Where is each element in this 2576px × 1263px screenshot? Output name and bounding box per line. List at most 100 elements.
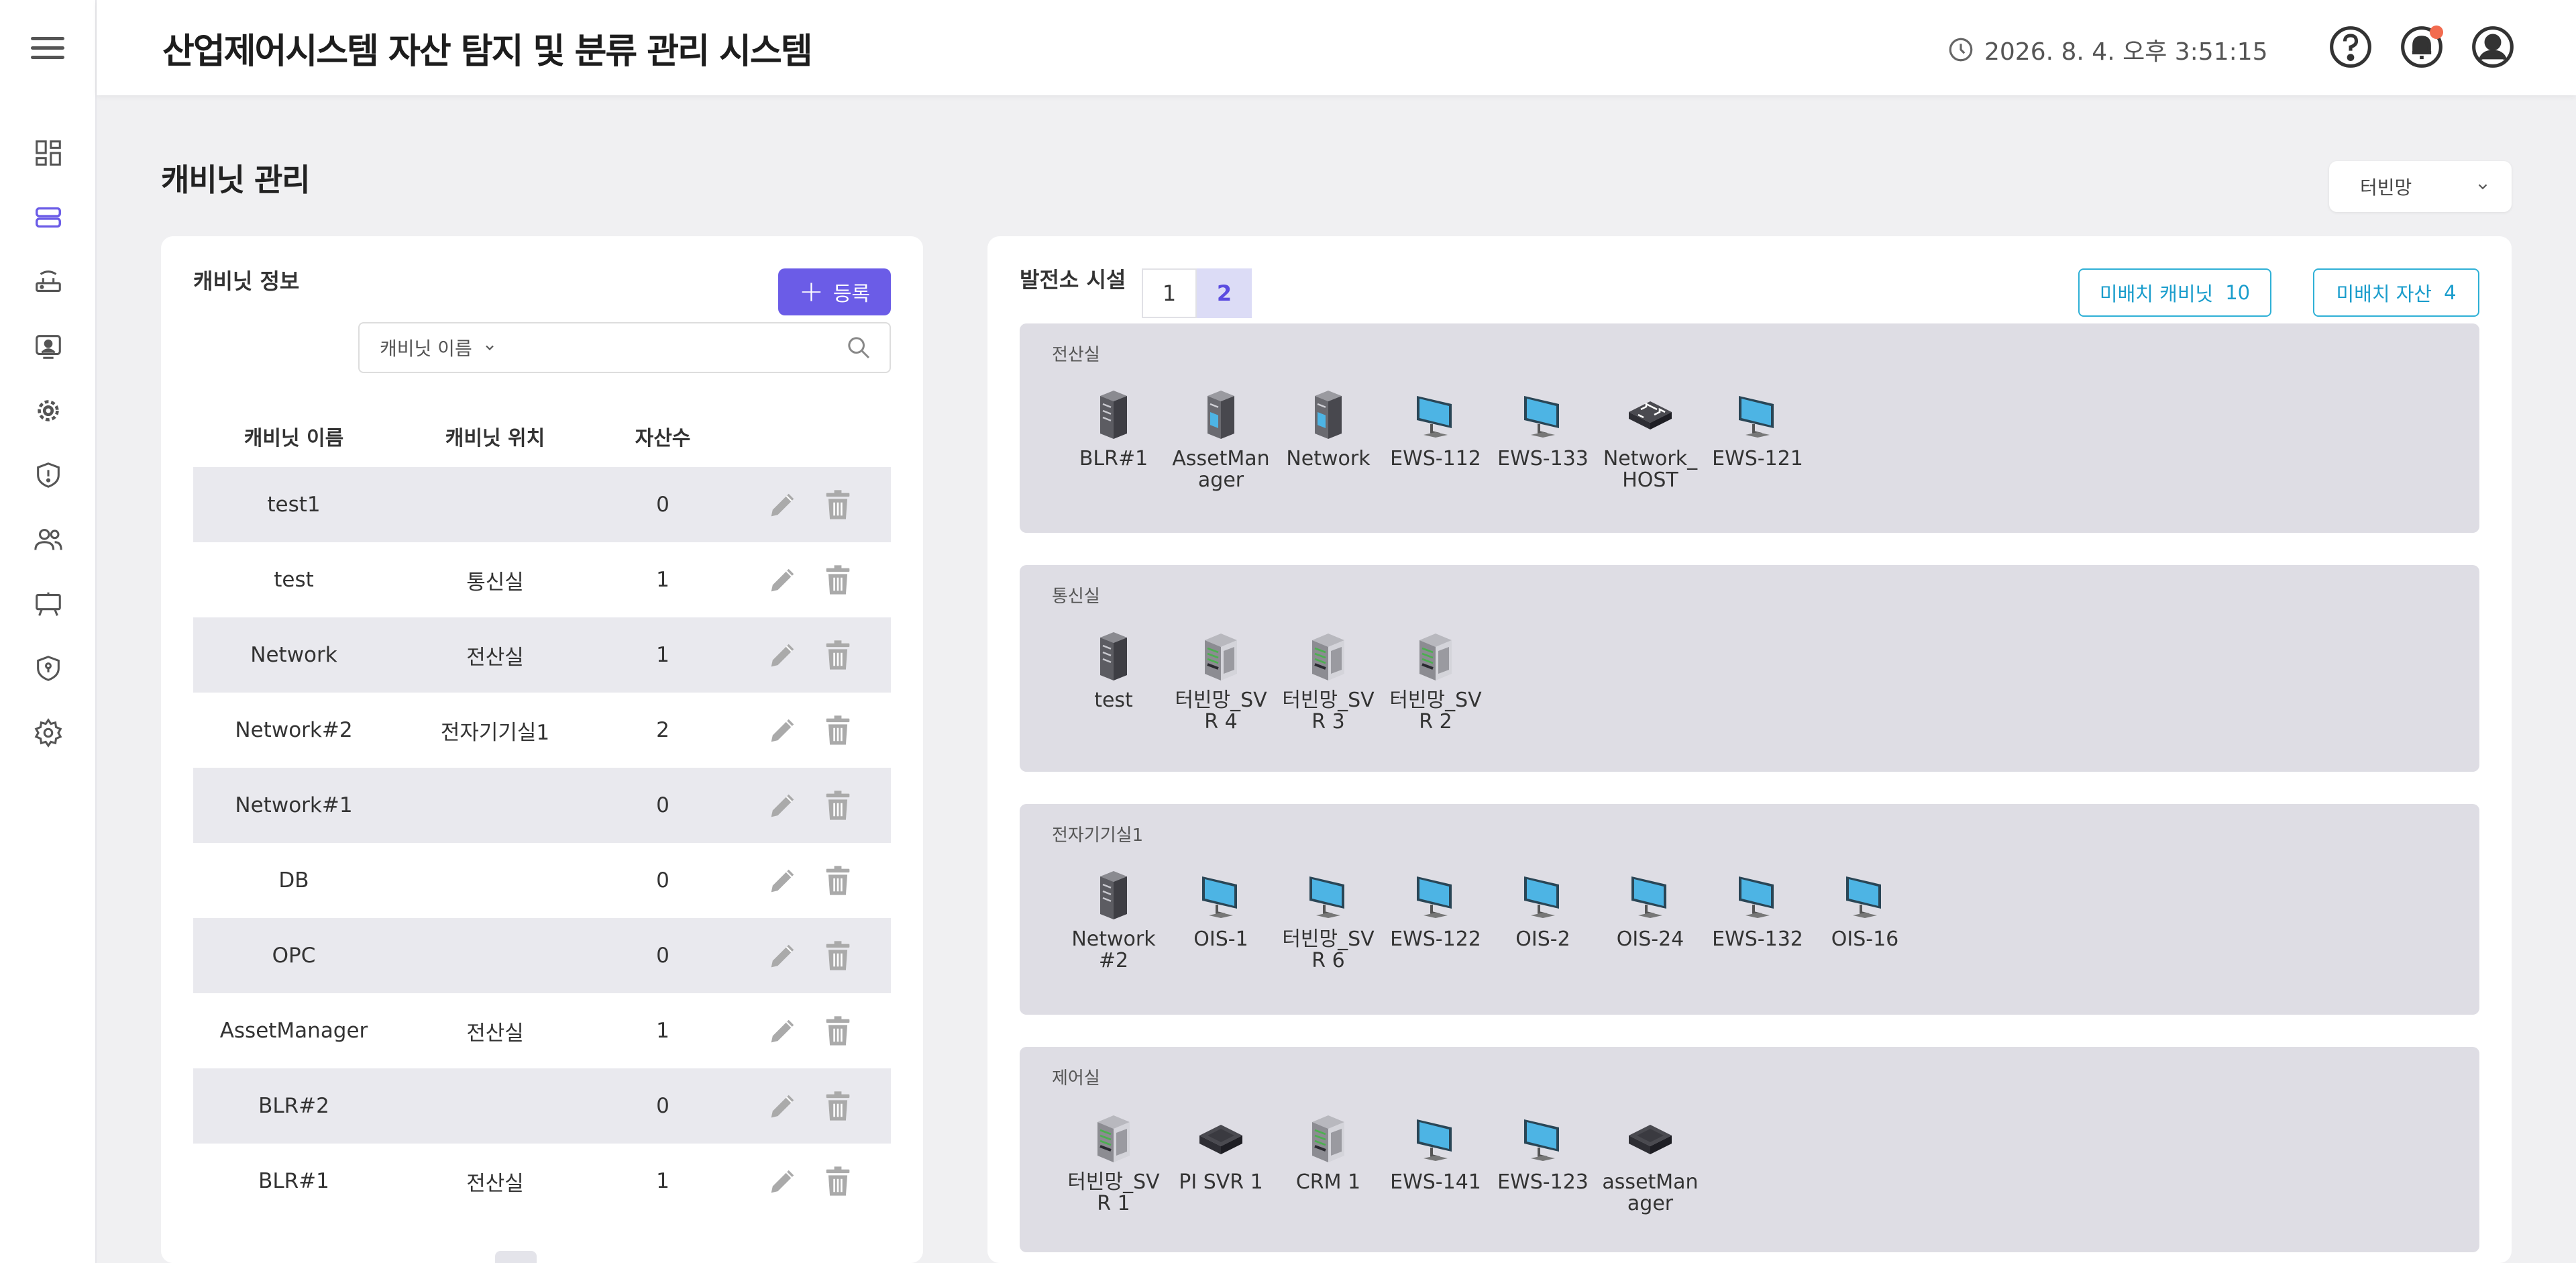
device-item[interactable]: 터빈망_SVR 2 (1382, 629, 1489, 732)
edit-pencil-icon[interactable] (765, 638, 800, 672)
device-item[interactable]: Network#2 (1060, 868, 1167, 971)
table-row[interactable]: test1 0 (193, 467, 891, 542)
page-tab-1[interactable]: 1 (1142, 268, 1197, 318)
facility-panel: 발전소 시설 12 미배치 캐비닛 10 미배치 자산 4 전산실 BLR#1 As… (987, 236, 2512, 1263)
search-filter-select[interactable]: 캐비닛 이름 (360, 334, 507, 361)
shield-alert-icon[interactable] (0, 443, 97, 507)
unplaced-asset-button[interactable]: 미배치 자산 4 (2313, 268, 2479, 317)
device-item[interactable]: OIS-1 (1167, 868, 1275, 971)
table-row[interactable]: BLR#2 0 (193, 1068, 891, 1144)
users-icon[interactable] (0, 507, 97, 572)
edit-pencil-icon[interactable] (765, 1013, 800, 1048)
cabinet-icon[interactable] (0, 185, 97, 250)
gear-icon[interactable] (0, 701, 97, 765)
device-label: Network (1286, 447, 1371, 470)
edit-pencil-icon[interactable] (765, 487, 800, 522)
edit-pencil-icon[interactable] (765, 1089, 800, 1123)
hamburger-menu-icon[interactable] (31, 31, 64, 64)
table-row[interactable]: test 통신실 1 (193, 542, 891, 617)
unplaced-asset-count: 4 (2444, 281, 2457, 304)
device-item[interactable]: EWS-112 (1382, 388, 1489, 491)
device-item[interactable]: 터빈망_SVR 3 (1275, 629, 1382, 732)
delete-trash-icon[interactable] (820, 562, 855, 597)
device-item[interactable]: Network_HOST (1597, 388, 1704, 491)
device-item[interactable]: EWS-121 (1704, 388, 1811, 491)
table-row[interactable]: AssetManager 전산실 1 (193, 993, 891, 1068)
edit-pencil-icon[interactable] (765, 713, 800, 748)
delete-trash-icon[interactable] (820, 713, 855, 748)
cabinet-name: Network#2 (235, 717, 353, 742)
device-item[interactable]: OIS-24 (1597, 868, 1704, 971)
device-item[interactable]: 터빈망_SVR 4 (1167, 629, 1275, 732)
dashboard-icon[interactable] (0, 121, 97, 185)
cabinet-search: 캐비닛 이름 (358, 322, 891, 373)
gear-settings-icon[interactable] (0, 378, 97, 443)
device-list: BLR#1 AssetManager Network EWS-112 EWS-133 Ne… (1060, 388, 1811, 491)
device-item[interactable]: test (1060, 629, 1167, 732)
device-label: OIS-1 (1193, 927, 1248, 951)
page-tab-2[interactable]: 2 (1197, 268, 1252, 318)
table-row[interactable]: Network#2 전자기기실1 2 (193, 693, 891, 768)
search-input[interactable] (507, 323, 845, 372)
delete-trash-icon[interactable] (820, 788, 855, 823)
device-item[interactable]: EWS-123 (1489, 1111, 1597, 1214)
edit-pencil-icon[interactable] (765, 863, 800, 898)
security-shield-icon[interactable] (0, 636, 97, 701)
table-row[interactable]: DB 0 (193, 843, 891, 918)
device-item[interactable]: assetManager (1597, 1111, 1704, 1214)
row-actions (730, 863, 891, 898)
table-row[interactable]: Network#1 0 (193, 768, 891, 843)
device-item[interactable]: EWS-133 (1489, 388, 1597, 491)
line-select[interactable]: 터빈망 (2329, 161, 2512, 212)
monitor-icon (1626, 868, 1674, 925)
delete-trash-icon[interactable] (820, 1089, 855, 1123)
device-item[interactable]: EWS-132 (1704, 868, 1811, 971)
row-actions (730, 638, 891, 672)
delete-trash-icon[interactable] (820, 487, 855, 522)
table-row[interactable]: OPC 0 (193, 918, 891, 993)
bell-icon[interactable] (2399, 24, 2445, 70)
presentation-board-icon[interactable] (0, 572, 97, 636)
delete-trash-icon[interactable] (820, 1164, 855, 1199)
device-list: 터빈망_SVR 1 PI SVR 1 CRM 1 EWS-141 EWS-123 asse… (1060, 1111, 1704, 1214)
cabinet-location: 전산실 (466, 1021, 524, 1046)
device-item[interactable]: PI SVR 1 (1167, 1111, 1275, 1214)
device-item[interactable]: EWS-122 (1382, 868, 1489, 971)
sidebar (0, 0, 97, 1263)
help-icon[interactable] (2328, 24, 2373, 70)
edit-pencil-icon[interactable] (765, 788, 800, 823)
delete-trash-icon[interactable] (820, 938, 855, 973)
delete-trash-icon[interactable] (820, 863, 855, 898)
delete-trash-icon[interactable] (820, 638, 855, 672)
device-label: assetManager (1602, 1170, 1699, 1215)
device-item[interactable]: BLR#1 (1060, 388, 1167, 491)
user-account-icon[interactable] (2470, 24, 2516, 70)
delete-trash-icon[interactable] (820, 1013, 855, 1048)
device-item[interactable]: CRM 1 (1275, 1111, 1382, 1214)
device-item[interactable]: AssetManager (1167, 388, 1275, 491)
row-actions (730, 713, 891, 748)
monitor-icon (1519, 1111, 1567, 1168)
device-label: OIS-24 (1616, 927, 1684, 951)
asset-monitor-icon[interactable] (0, 314, 97, 378)
plus-icon: + (798, 274, 824, 309)
edit-pencil-icon[interactable] (765, 1164, 800, 1199)
edit-pencil-icon[interactable] (765, 938, 800, 973)
device-item[interactable]: Network (1275, 388, 1382, 491)
device-item[interactable]: OIS-2 (1489, 868, 1597, 971)
register-button[interactable]: + 등록 (778, 268, 891, 315)
device-item[interactable]: EWS-141 (1382, 1111, 1489, 1214)
device-item[interactable]: 터빈망_SVR 6 (1275, 868, 1382, 971)
search-icon[interactable] (845, 334, 872, 361)
table-row[interactable]: BLR#1 전산실 1 (193, 1144, 891, 1219)
device-item[interactable]: 터빈망_SVR 1 (1060, 1111, 1167, 1214)
unplaced-cabinet-button[interactable]: 미배치 캐비닛 10 (2078, 268, 2271, 317)
monitor-icon (1519, 868, 1567, 925)
router-icon[interactable] (0, 250, 97, 314)
pagination[interactable] (495, 1251, 537, 1263)
row-actions (730, 788, 891, 823)
header: 산업제어시스템 자산 탐지 및 분류 관리 시스템 2026. 8. 4. 오후… (97, 0, 2576, 95)
device-item[interactable]: OIS-16 (1811, 868, 1919, 971)
edit-pencil-icon[interactable] (765, 562, 800, 597)
table-row[interactable]: Network 전산실 1 (193, 617, 891, 693)
